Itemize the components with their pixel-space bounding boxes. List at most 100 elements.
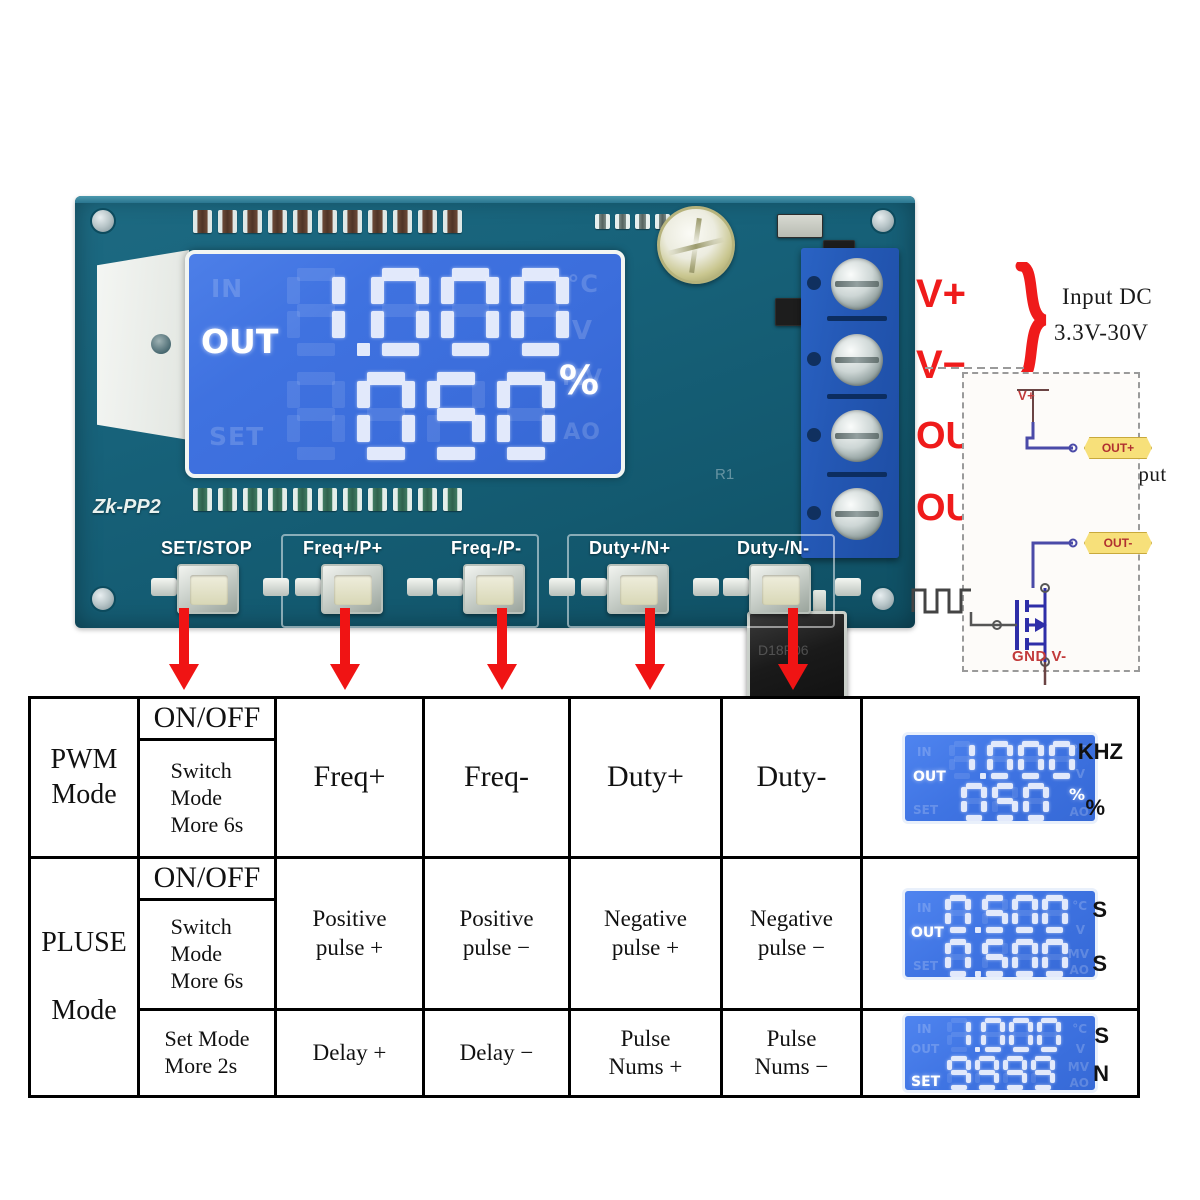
seven-segment-digit [986,740,1013,779]
unit-percent: % [1085,795,1105,820]
decimal-point [357,268,371,356]
mini-lcd-in: IN [917,900,932,915]
decimal-point [975,939,982,977]
unit-seconds: S [1094,1023,1109,1048]
seven-segment-digit [1003,1056,1027,1090]
mini-lcd-in: IN [917,744,932,759]
table-cell-pulsenums-minus: Pulse Nums − [723,1011,863,1095]
lcd-label-out: OUT [201,322,279,361]
lcd-tab-screw [151,334,171,354]
table-cell-pulse-duty-plus: Negative pulse + [571,859,723,1011]
mounting-hole [90,586,116,612]
button-label-freq-plus: Freq+/P+ [303,538,383,558]
push-button-set-stop[interactable] [177,564,239,614]
schematic-gnd-label: GND V- [1012,648,1067,665]
mini-lcd-degc: °C [1072,898,1087,913]
seven-segment-digit [992,782,1018,821]
button-label-duty-plus: Duty+/N+ [589,538,671,558]
table-cell-pwm-freq-plus: Freq+ [277,699,425,859]
seven-segment-digit [287,268,345,356]
mosfet-schematic [911,367,1078,685]
mini-lcd-setmode: IN OUT SET °C V MV AO [902,1013,1098,1093]
lcd-left-tab [97,250,189,440]
terminal-screw-outplus[interactable] [831,410,883,462]
push-button-freq-minus[interactable] [463,564,525,614]
table-cell-pwm-freq-minus: Freq- [425,699,571,859]
arrow-to-freqplus-column [330,608,360,690]
arrow-to-freqminus-column [487,608,517,690]
mini-lcd-ao: AO [1069,962,1090,977]
screenshot-root: IN OUT SET °C V MV AO % R1 D18P06 Zk-PP2… [0,0,1200,1200]
smd-component [777,214,823,238]
button-label-duty-minus: Duty-/N- [737,538,810,558]
push-button-duty-minus[interactable] [749,564,811,614]
seven-segment-digit [1011,938,1038,977]
pcb-board: IN OUT SET °C V MV AO % R1 D18P06 Zk-PP2… [75,196,915,716]
unit-seconds-top: S [1092,897,1107,922]
seven-segment-digit [357,372,415,460]
mini-lcd-ao: AO [1069,1076,1090,1090]
terminal-screw-vminus[interactable] [831,334,883,386]
decimal-point [975,895,982,933]
seven-segment-digit [1017,740,1044,779]
smd-resistor-row-top [193,210,462,233]
silkscreen-r1: R1 [715,466,735,483]
mini-lcd-pulse: IN OUT SET °C V MV AO [902,887,1098,980]
terminal-screw-vplus[interactable] [831,258,883,310]
mini-lcd-rowlabel: SET [911,1074,941,1090]
unit-khz: KHZ [1077,739,1123,764]
mini-lcd-mv: MV [1067,1060,1089,1074]
function-table: PWM Mode ON/OFF Switch Mode More 6s Freq+… [28,696,1140,1098]
seven-segment-digit [511,268,570,356]
text-input-dc-line1: Input DC [1062,284,1153,309]
seven-segment-digit [1048,740,1075,779]
seven-segment-digit [1031,1056,1055,1090]
smd-resistor-row-bottom [193,488,462,511]
seven-segment-digit [441,268,500,356]
seven-segment-digit [961,782,987,821]
mini-lcd-degc: °C [1072,1022,1087,1036]
mini-lcd-in: IN [917,1022,932,1036]
seven-segment-digit [945,894,971,933]
mini-lcd-line2 [947,1056,1059,1090]
mini-lcd-percent: % [1068,784,1085,804]
schematic-vplus-label: V+ [1018,388,1036,403]
lcd-label-ao: AO [563,420,601,445]
mini-lcd-line1 [949,740,1080,779]
seven-segment-digit [287,372,345,460]
seven-segment-digit [981,938,1008,977]
mini-lcd-v: V [1075,1042,1085,1056]
seven-segment-digit [427,372,485,460]
table-cell-pulse-switchmode: Switch Mode More 6s [140,901,277,1011]
electrolytic-capacitor [657,206,735,284]
push-button-freq-plus[interactable] [321,564,383,614]
terminal-screw-outminus[interactable] [831,488,883,540]
table-cell-mode-pwm: PWM Mode [31,699,140,859]
table-cell-mode-pulse: PLUSE Mode [31,859,140,1095]
lcd-label-set: SET [209,422,265,451]
mini-lcd-line2 [961,782,1054,821]
label-v-plus: V+ [916,272,967,316]
lcd-value-line1 [287,268,581,356]
arrow-to-dutyminus-column [778,608,808,690]
seven-segment-digit [949,740,975,779]
seven-segment-digit [980,1018,1005,1052]
table-cell-pwm-onoff: ON/OFF [140,699,277,741]
table-cell-pulsenums-plus: Pulse Nums + [571,1011,723,1095]
table-cell-pwm-switchmode: Switch Mode More 6s [140,741,277,859]
mini-lcd-pwm: IN OUT SET °C V AO % [902,731,1098,824]
screw-terminal-block[interactable] [801,248,899,558]
unit-count: N [1093,1061,1109,1086]
mini-lcd-set: SET [913,958,939,973]
seven-segment-digit [945,938,971,977]
lcd-label-in: IN [211,274,244,303]
seven-segment-digit [947,1056,971,1090]
table-cell-pulse-freq-minus: Positive pulse − [425,859,571,1011]
mini-lcd-out: OUT [911,1042,940,1056]
seven-segment-digit [1008,1018,1033,1052]
push-button-duty-plus[interactable] [607,564,669,614]
table-cell-pwm-duty-plus: Duty+ [571,699,723,859]
silkscreen-model: Zk-PP2 [93,496,161,518]
table-cell-pulse-duty-minus: Negative pulse − [723,859,863,1011]
mounting-hole [90,208,116,234]
